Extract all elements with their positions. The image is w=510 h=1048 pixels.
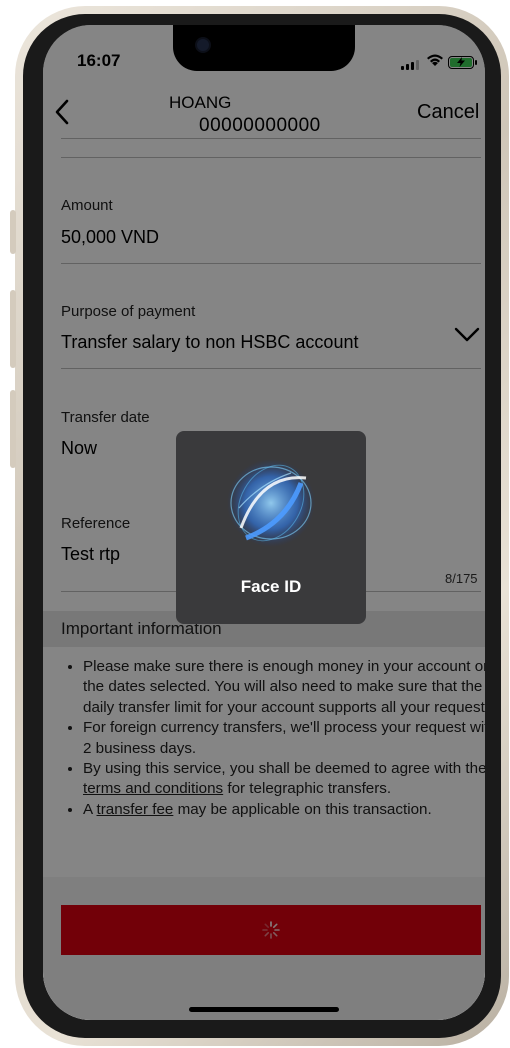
home-indicator[interactable] xyxy=(189,1007,339,1012)
face-id-dialog: Face ID xyxy=(176,431,366,624)
volume-down-button xyxy=(10,390,16,468)
screen: 16:07 HOANG 00000000000 Cancel Amount 50… xyxy=(43,25,485,1020)
notch xyxy=(173,25,355,71)
volume-up-button xyxy=(10,290,16,368)
face-id-icon xyxy=(227,459,315,547)
mute-switch xyxy=(10,210,16,254)
camera-icon xyxy=(195,37,211,53)
face-id-label: Face ID xyxy=(240,577,302,596)
